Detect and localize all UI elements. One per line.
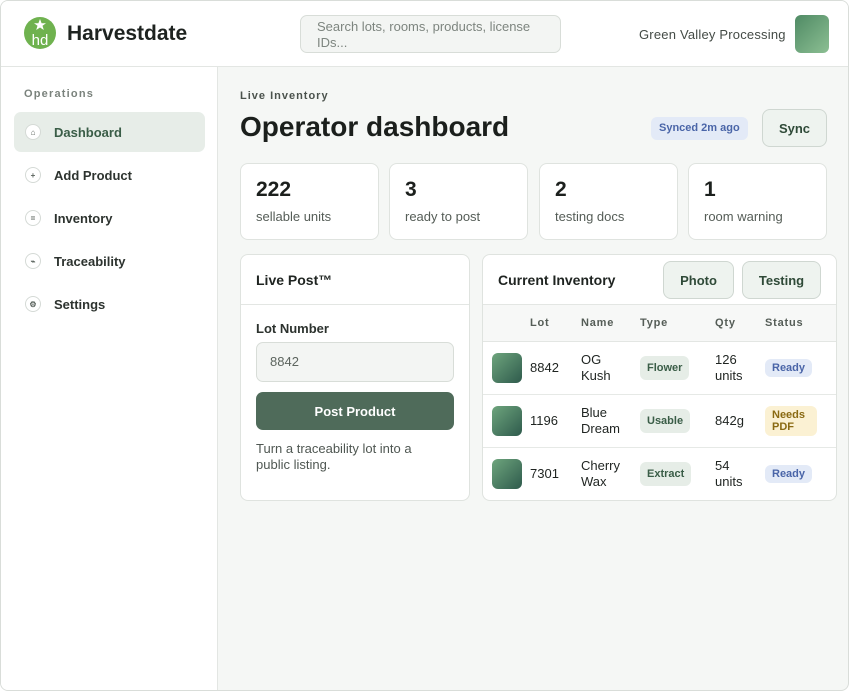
sidebar-item-label: Dashboard (54, 124, 122, 140)
lot-cell: 8842 (530, 341, 581, 395)
sidebar-item-label: Traceability (54, 253, 126, 269)
table-row[interactable]: 7301 Cherry Wax Extract 54 units Ready (483, 447, 836, 500)
qty-cell: 54 units (715, 447, 765, 500)
main-content: Live Inventory Operator dashboard Synced… (218, 67, 848, 690)
sidebar-item-add-product[interactable]: + Add Product (14, 155, 205, 195)
table-row[interactable]: 8842 OG Kush Flower 126 units Ready (483, 341, 836, 395)
stat-label: sellable units (256, 209, 332, 224)
name-cell: OG Kush (581, 341, 640, 395)
stat-card-sellable: 222 sellable units (240, 163, 379, 240)
product-thumbnail[interactable] (492, 352, 522, 383)
table-header-row: Lot Name Type Qty Status (483, 305, 836, 342)
lot-cell: 7301 (530, 447, 581, 500)
page-title: Operator dashboard (240, 111, 510, 142)
sidebar-item-traceability[interactable]: ⌁ Traceability (14, 241, 205, 281)
search-input[interactable]: Search lots, rooms, products, license ID… (300, 15, 561, 53)
stat-card-testing: 2 testing docs (539, 163, 678, 240)
name-cell: Blue Dream (581, 394, 640, 448)
logo-text: hd (32, 32, 49, 49)
sidebar-item-label: Add Product (54, 167, 132, 183)
stat-card-ready: 3 ready to post (389, 163, 528, 240)
live-post-card: Live Post™ Lot Number 8842 Post Product … (240, 254, 470, 501)
live-post-title: Live Post™ (241, 255, 469, 305)
brand-name: Harvestdate (67, 22, 188, 45)
column-header: Name (581, 305, 640, 342)
top-bar: hd Harvestdate Search lots, rooms, produ… (1, 1, 848, 67)
inventory-card: Current Inventory Photo Testing Lot Name T… (482, 254, 837, 501)
stat-value: 1 (704, 178, 716, 201)
type-badge: Flower (640, 355, 690, 380)
stat-value: 222 (256, 178, 292, 201)
stat-label: testing docs (555, 209, 625, 224)
stat-value: 3 (405, 178, 417, 201)
stat-card-room-warning: 1 room warning (688, 163, 827, 240)
trace-icon: ⌁ (25, 253, 41, 269)
inventory-table: Lot Name Type Qty Status 8842 OG Kush Flower 12… (483, 305, 836, 500)
page-eyebrow: Live Inventory (240, 90, 329, 102)
type-badge: Extract (640, 461, 692, 486)
sidebar-item-label: Settings (54, 296, 106, 312)
status-badge: Ready (765, 358, 813, 377)
column-header: Type (640, 305, 715, 342)
post-product-button[interactable]: Post Product (256, 392, 454, 430)
sidebar-item-inventory[interactable]: = Inventory (14, 198, 205, 238)
product-thumbnail[interactable] (492, 458, 522, 489)
org-name[interactable]: Green Valley Processing (639, 27, 786, 42)
sidebar: Operations ⌂ Dashboard + Add Product = Invent… (1, 67, 218, 690)
product-thumbnail[interactable] (492, 405, 522, 436)
sync-status-badge: Synced 2m ago (651, 117, 748, 140)
sidebar-item-settings[interactable]: ⚙ Settings (14, 284, 205, 324)
name-cell: Cherry Wax (581, 447, 640, 500)
lot-cell: 1196 (530, 394, 581, 448)
status-badge: Ready (765, 464, 813, 483)
sync-button[interactable]: Sync (762, 109, 827, 147)
column-header: Qty (715, 305, 765, 342)
testing-button[interactable]: Testing (742, 261, 821, 299)
sidebar-heading: Operations (24, 88, 95, 100)
sidebar-item-label: Inventory (54, 210, 113, 226)
column-header: Lot (530, 305, 581, 342)
home-icon: ⌂ (25, 124, 41, 140)
avatar[interactable] (795, 15, 829, 53)
lot-number-field[interactable]: 8842 (256, 342, 454, 382)
sidebar-item-dashboard[interactable]: ⌂ Dashboard (14, 112, 205, 152)
table-row[interactable]: 1196 Blue Dream Usable 842g Needs PDF (483, 394, 836, 448)
qty-cell: 126 units (715, 341, 765, 395)
lot-number-label: Lot Number (256, 321, 329, 336)
live-post-help-text: Turn a traceability lot into a public li… (256, 441, 412, 472)
app-window: hd Harvestdate Search lots, rooms, produ… (0, 0, 849, 691)
harvestdate-logo-icon: hd (24, 17, 56, 49)
stat-label: ready to post (405, 209, 481, 224)
plus-icon: + (25, 167, 41, 183)
status-badge: Needs PDF (765, 405, 817, 436)
type-badge: Usable (640, 408, 691, 433)
qty-cell: 842g (715, 394, 765, 448)
stat-label: room warning (704, 209, 783, 224)
stat-value: 2 (555, 178, 567, 201)
gear-icon: ⚙ (25, 296, 41, 312)
column-header: Status (765, 305, 836, 342)
photo-button[interactable]: Photo (663, 261, 734, 299)
list-icon: = (25, 210, 41, 226)
column-header (483, 305, 530, 342)
